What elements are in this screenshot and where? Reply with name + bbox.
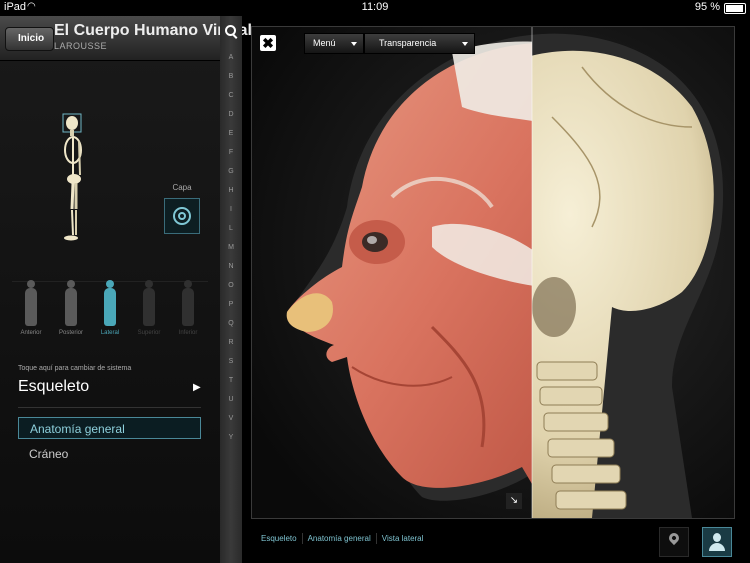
index-letter-n[interactable]: N [220,263,242,270]
layer-button[interactable] [164,198,200,234]
index-letter-u[interactable]: U [220,396,242,403]
back-button[interactable]: Inicio [5,27,55,51]
body-top-icon [143,280,155,326]
body-back-icon [65,280,77,326]
index-letter-d[interactable]: D [220,111,242,118]
system-hint: Toque aquí para cambiar de sistema [18,365,132,372]
view-lateral[interactable]: Lateral [91,280,129,336]
index-letter-e[interactable]: E [220,130,242,137]
view-selector: Anterior Posterior Lateral Superior Infe… [12,280,208,348]
breadcrumb-esqueleto[interactable]: Esqueleto [261,534,297,543]
close-icon[interactable]: ✖ [260,35,276,51]
index-letter-o[interactable]: O [220,282,242,289]
breadcrumb-vista-lateral[interactable]: Vista lateral [382,534,424,543]
index-letter-r[interactable]: R [220,339,242,346]
index-letter-g[interactable]: G [220,168,242,175]
index-letter-p[interactable]: P [220,301,242,308]
viewer-toolbar: Menú Transparencia [304,33,475,54]
view-label: Posterior [58,330,83,336]
title-bar: Inicio El Cuerpo Humano Virtual LAROUSSE [0,16,252,61]
view-inferior: Inferior [169,280,207,336]
view-posterior[interactable]: Posterior [52,280,90,336]
index-letter-v[interactable]: V [220,415,242,422]
transparency-dropdown[interactable]: Transparencia [364,33,475,54]
skeleton-preview: Capa [0,61,220,276]
view-label: Superior [137,330,161,336]
battery-icon [724,3,746,14]
index-letter-b[interactable]: B [220,73,242,80]
index-letter-t[interactable]: T [220,377,242,384]
index-letter-c[interactable]: C [220,92,242,99]
clock: 11:09 [361,1,389,13]
divider [18,407,201,408]
index-letter-l[interactable]: L [220,225,242,232]
breadcrumb-anatomia-general[interactable]: Anatomía general [308,534,371,543]
alphabet-index[interactable]: A B C D E F G H I L M N O P Q R S T U V Y [220,16,242,563]
status-bar: iPad ◠ 11:09 95 % [0,0,750,16]
mini-skeleton-figure[interactable] [60,113,90,243]
pin-icon [666,530,682,546]
search-icon[interactable] [225,25,236,36]
index-letter-q[interactable]: Q [220,320,242,327]
head-anatomy-image [252,27,734,518]
person-button[interactable] [702,527,732,557]
index-letter-m[interactable]: M [220,244,242,251]
view-label: Anterior [20,330,42,336]
index-letter-i[interactable]: I [220,206,242,213]
view-label: Inferior [178,330,198,336]
app-publisher: LAROUSSE [54,41,108,51]
index-letter-a[interactable]: A [220,54,242,61]
body-bottom-icon [182,280,194,326]
index-letter-y[interactable]: Y [220,434,242,441]
left-panel: Inicio El Cuerpo Humano Virtual LAROUSSE… [0,16,252,563]
index-letter-s[interactable]: S [220,358,242,365]
body-front-icon [25,280,37,326]
topic-anatomia-general[interactable]: Anatomía general [18,417,201,439]
location-pin-button[interactable] [659,527,689,557]
person-icon [713,533,721,542]
view-anterior[interactable]: Anterior [12,280,50,336]
expand-icon[interactable]: ↘ [506,493,522,509]
anatomy-viewer[interactable]: ✖ Menú Transparencia ↘ [251,26,735,519]
breadcrumb: Esqueleto Anatomía general Vista lateral [261,533,427,544]
topic-craneo[interactable]: Cráneo [18,443,201,465]
layer-label: Capa [172,183,192,192]
index-letter-h[interactable]: H [220,187,242,194]
person-icon-body [709,543,725,551]
layer-icon [173,207,191,225]
battery-percent: 95 % [694,1,720,13]
view-superior: Superior [130,280,168,336]
index-letter-f[interactable]: F [220,149,242,156]
view-label: Lateral [100,330,120,336]
system-selector[interactable]: Esqueleto [18,378,89,396]
chevron-right-icon[interactable]: ▶ [193,382,201,393]
menu-dropdown[interactable]: Menú [304,33,364,54]
divider [375,533,377,544]
body-side-icon [104,280,116,326]
divider [301,533,303,544]
